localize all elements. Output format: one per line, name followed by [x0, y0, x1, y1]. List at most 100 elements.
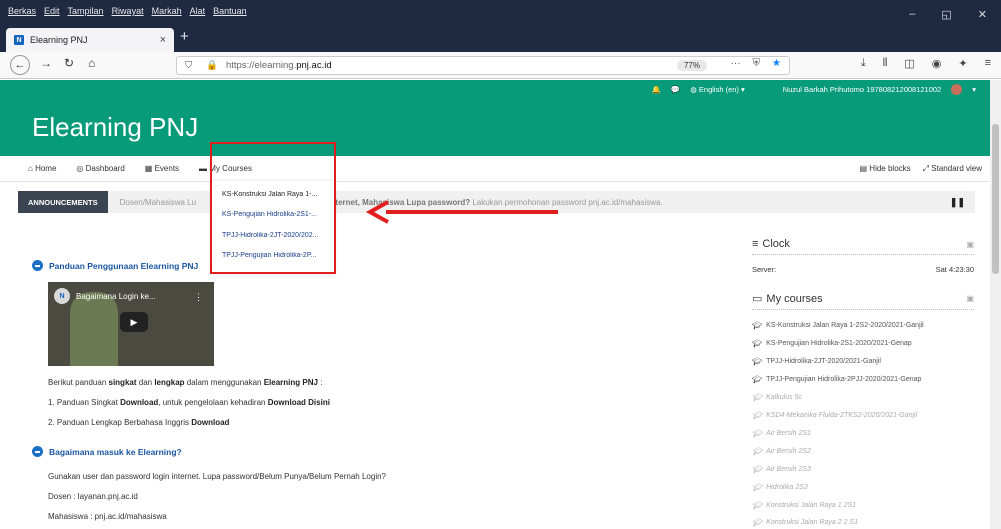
nav-dashboard-label: Dashboard — [85, 164, 125, 173]
scrollbar-thumb[interactable] — [992, 124, 999, 274]
course-link[interactable]: 🎓︎ KS-Konstruksi Jalan Raya 1-2S2-2020/20… — [752, 321, 924, 330]
reload-button[interactable]: ↻ — [64, 56, 74, 70]
more-vertical-icon[interactable]: ⋮ — [194, 292, 203, 303]
graduation-cap-icon: 🎓︎ — [752, 321, 763, 330]
course-link-hidden[interactable]: 🎓︎ Hidrolika 2S3 — [752, 483, 808, 492]
language-menu[interactable]: ◍ English (en) ▾ — [690, 85, 745, 94]
minimize-button[interactable]: – — [909, 8, 915, 21]
t6: Elearning PNJ — [263, 378, 318, 387]
chat-icon[interactable]: 💬 — [671, 85, 680, 94]
channel-icon: N — [54, 288, 70, 304]
server-time: Sat 4:23:30 — [935, 265, 974, 274]
browser-titlebar: Berkas Edit Tampilan Riwayat Markah Alat… — [0, 0, 1001, 52]
course-link[interactable]: 🎓︎ KS-Pengujian Hidrolika-2S1-2020/2021-G… — [752, 339, 912, 348]
arrow-right-icon: → — [40, 56, 52, 70]
zoom-level[interactable]: 77% — [676, 60, 707, 71]
course-link-hidden[interactable]: 🎓︎ Air Bersih 2S1 — [752, 429, 811, 438]
nav-events[interactable]: ▦ Events — [145, 164, 179, 173]
mahasiswa-text: Mahasiswa : pnj.ac.id/mahasiswa — [48, 512, 167, 521]
block-menu-icon[interactable]: ▣ — [966, 294, 974, 303]
forward-button[interactable]: → — [40, 56, 52, 70]
menu-markah[interactable]: Markah — [152, 6, 182, 16]
home-button[interactable]: ⌂ — [88, 56, 95, 70]
course-link-hidden[interactable]: 🎓︎ KSD4-Mekanika Fluida-2TKS2-2020/2021-G… — [752, 411, 917, 420]
menu-berkas[interactable]: Berkas — [8, 6, 36, 16]
more-actions-icon[interactable]: ··· — [731, 58, 741, 69]
page-scrollbar[interactable] — [990, 80, 1001, 529]
course-link[interactable]: 🎓︎ TPJJ-Hidrolika-2JT-2020/2021-Ganjil — [752, 357, 881, 366]
course-link-hidden[interactable]: 🎓︎ Air Bersih 2S2 — [752, 447, 811, 456]
briefcase-icon: ▬ — [199, 164, 208, 173]
menu-alat[interactable]: Alat — [190, 6, 206, 16]
blocks-icon: ▤ — [859, 163, 868, 173]
section-guide[interactable]: Panduan Penggunaan Elearning PNJ — [32, 260, 198, 271]
globe-icon: ◍ — [690, 84, 697, 94]
clock-block-title: ≡ Clock ▣ — [752, 238, 974, 255]
graduation-cap-icon: 🎓︎ — [752, 339, 763, 348]
download-english-link[interactable]: Download — [191, 418, 229, 427]
pocket-icon[interactable]: ⛨ — [753, 58, 761, 69]
menu-edit[interactable]: Edit — [44, 6, 60, 16]
course-link-hidden[interactable]: 🎓︎ Konstruksi Jalan Raya 1 2S1 — [752, 501, 856, 510]
section-login[interactable]: Bagaimana masuk ke Elearning? — [32, 446, 182, 457]
house-icon: ⌂ — [88, 56, 96, 70]
menu-tampilan[interactable]: Tampilan — [68, 6, 104, 16]
avatar[interactable] — [951, 83, 963, 95]
pause-icon[interactable]: ❚❚ — [950, 197, 965, 208]
gift-icon[interactable]: ✦ — [958, 57, 967, 70]
sidebar-icon[interactable]: ◫ — [904, 57, 914, 70]
language-label: English (en) ▾ — [698, 84, 745, 94]
course-label: Konstruksi Jalan Raya 1 2S1 — [766, 502, 857, 509]
graduation-cap-icon: 🎓︎ — [752, 501, 763, 510]
play-icon[interactable]: ▶ — [120, 312, 148, 332]
download-icon[interactable]: ⤓ — [861, 57, 866, 70]
annotation-arrow — [365, 200, 558, 224]
course-link[interactable]: 🎓︎ TPJJ-Pengujian Hidrolika-2PJJ-2020/202… — [752, 375, 921, 384]
block-menu-icon[interactable]: ▣ — [966, 240, 974, 249]
course-label: TPJJ-Hidrolika-2JT-2020/2021-Ganjil — [766, 358, 881, 365]
moodle-topbar: 🔔 💬 ◍ English (en) ▾ Nuzul Barkah Prihut… — [0, 80, 990, 98]
user-name[interactable]: Nuzul Barkah Prihutomo 19780821200812100… — [783, 85, 941, 94]
new-tab-button[interactable]: + — [180, 28, 189, 45]
course-link-hidden[interactable]: 🎓︎ Konstruksi Jalan Raya 2 2.S1 — [752, 518, 858, 527]
close-window-button[interactable]: ✕ — [978, 8, 987, 21]
expand-icon: ⤢ — [922, 163, 930, 173]
video-thumbnail[interactable]: N Bagaimana Login ke... ⋮ ▶ — [48, 282, 214, 366]
star-icon[interactable]: ★ — [772, 58, 781, 69]
site-title[interactable]: Elearning PNJ — [32, 112, 198, 143]
course-label: TPJJ-Pengujian Hidrolika-2PJJ-2020/2021-… — [766, 376, 922, 383]
shield-icon: ⛉ — [185, 60, 193, 71]
urlbar-icons: ··· ⛨ ★ — [731, 58, 781, 69]
hamburger-menu-icon[interactable]: ≡ — [985, 57, 991, 70]
caret-down-icon[interactable]: ▾ — [972, 85, 976, 94]
library-icon[interactable]: ⫴ — [883, 57, 888, 70]
menu-riwayat[interactable]: Riwayat — [112, 6, 144, 16]
address-bar[interactable]: ⛉ 🔒 https://elearning. pnj.ac.id 77% ··· … — [176, 56, 790, 75]
course-label: Air Bersih 2S3 — [766, 466, 811, 473]
graduation-cap-icon: 🎓︎ — [752, 429, 763, 438]
t5: dalam menggunakan — [184, 378, 264, 387]
course-link-hidden[interactable]: 🎓︎ Air Bersih 2S3 — [752, 465, 811, 474]
hide-blocks-button[interactable]: ▤ Hide blocks — [860, 164, 911, 174]
browser-tab[interactable]: N Elearning PNJ × — [6, 28, 174, 52]
nav-home[interactable]: ⌂ Home — [28, 164, 56, 173]
back-button[interactable]: ← — [10, 55, 30, 75]
graduation-cap-icon: 🎓︎ — [752, 357, 763, 366]
account-icon[interactable]: ◉ — [932, 57, 942, 70]
tab-close-button[interactable]: × — [160, 34, 166, 46]
menu-bantuan[interactable]: Bantuan — [213, 6, 247, 16]
course-link-hidden[interactable]: 🎓︎ Kalkulus 5c — [752, 393, 802, 402]
download-disini-link[interactable]: Download Disini — [268, 398, 330, 407]
graduation-cap-icon: 🎓︎ — [752, 465, 763, 474]
desktop-icon: ▭ — [752, 293, 763, 305]
bell-icon[interactable]: 🔔 — [652, 85, 661, 94]
standard-view-button[interactable]: ⤢ Standard view — [923, 164, 982, 174]
section-login-title: Bagaimana masuk ke Elearning? — [49, 446, 182, 457]
download-link[interactable]: Download — [120, 398, 158, 407]
guide-item-1: 1. Panduan Singkat Download, untuk penge… — [48, 398, 330, 407]
nav-dashboard[interactable]: ◎ Dashboard — [76, 164, 124, 173]
restore-button[interactable]: ◱ — [941, 8, 951, 21]
course-label: Air Bersih 2S2 — [766, 448, 811, 455]
my-courses-title: My courses — [766, 292, 823, 305]
reload-icon: ↻ — [64, 56, 75, 70]
